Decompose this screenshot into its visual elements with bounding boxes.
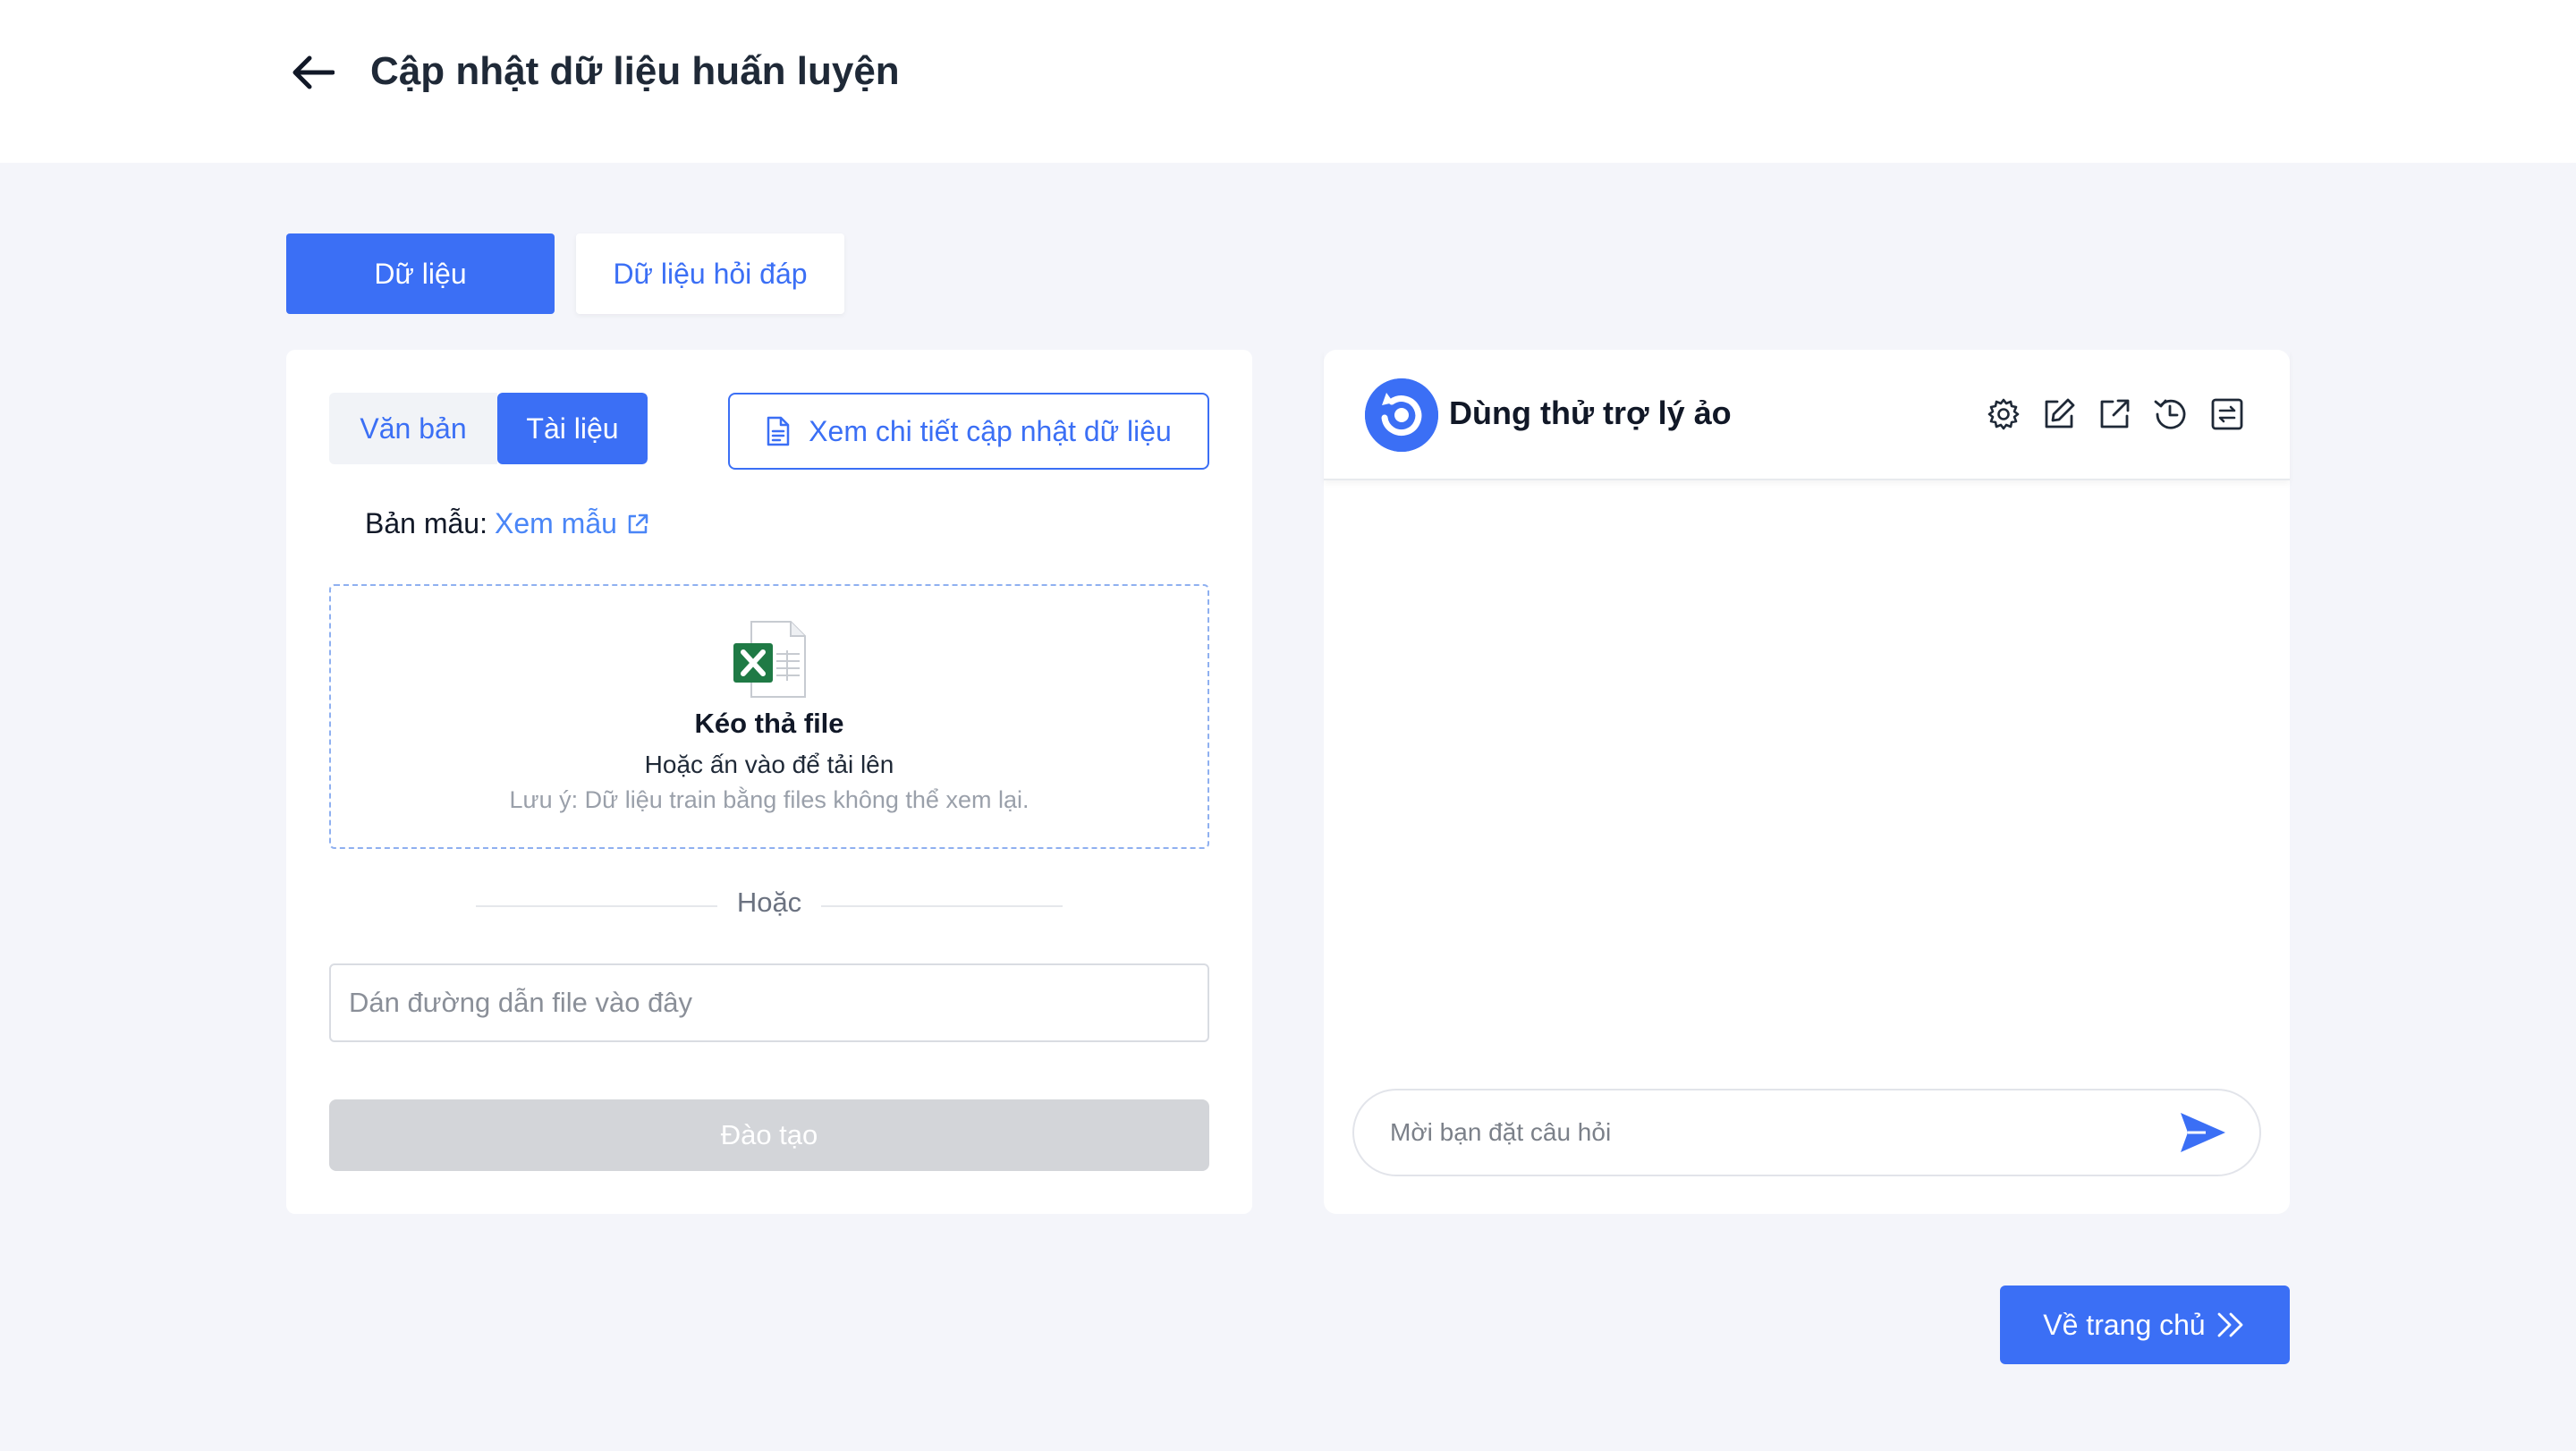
excel-file-icon xyxy=(733,621,806,698)
assistant-logo-icon xyxy=(1365,378,1438,452)
chat-title: Dùng thử trợ lý ảo xyxy=(1449,395,1732,431)
edit-icon xyxy=(2045,398,2075,429)
bot-avatar xyxy=(1365,378,1438,452)
document-icon xyxy=(767,416,790,446)
edit-button[interactable] xyxy=(2039,395,2079,434)
double-chevron-right-icon xyxy=(2217,1312,2243,1337)
settings-icon xyxy=(1987,398,2020,430)
dropzone-note: Lưu ý: Dữ liệu train bằng files không th… xyxy=(509,786,1030,813)
view-template-link[interactable]: Xem mẫu xyxy=(495,507,649,540)
view-update-details-button[interactable]: Xem chi tiết cập nhật dữ liệu xyxy=(728,393,1209,470)
view-template-label: Xem mẫu xyxy=(494,507,617,539)
open-external-button[interactable] xyxy=(2095,395,2134,434)
tab-data[interactable]: Dữ liệu xyxy=(286,233,555,314)
segment-text[interactable]: Văn bản xyxy=(329,393,497,464)
go-home-label: Về trang chủ xyxy=(2043,1308,2206,1341)
history-button[interactable] xyxy=(2150,395,2190,434)
or-divider-label: Hoặc xyxy=(736,887,802,918)
open-external-icon xyxy=(2100,399,2130,429)
train-button[interactable]: Đào tạo xyxy=(329,1099,1209,1171)
data-type-segmented-control: Văn bản Tài liệu xyxy=(329,393,648,464)
dropzone-subtitle: Hoặc ấn vào để tải lên xyxy=(644,751,894,778)
segment-document[interactable]: Tài liệu xyxy=(497,393,648,464)
file-dropzone[interactable]: Kéo thả file Hoặc ấn vào để tải lên Lưu … xyxy=(329,584,1209,849)
tab-qa-data[interactable]: Dữ liệu hỏi đáp xyxy=(576,233,844,314)
page-title: Cập nhật dữ liệu huấn luyện xyxy=(370,49,900,93)
settings-button[interactable] xyxy=(1984,395,2023,434)
back-button[interactable] xyxy=(284,48,340,97)
go-home-button[interactable]: Về trang chủ xyxy=(2000,1286,2290,1364)
training-data-panel: Văn bản Tài liệu Xem chi tiết cập nhật d… xyxy=(286,350,1252,1214)
reset-icon xyxy=(2211,398,2243,430)
template-label: Bản mẫu: xyxy=(365,507,487,539)
history-icon xyxy=(2154,399,2186,429)
dropzone-title: Kéo thả file xyxy=(694,708,844,739)
send-button[interactable] xyxy=(2177,1108,2229,1157)
chat-test-panel: Dùng thử trợ lý ảo xyxy=(1324,350,2290,1214)
external-link-icon xyxy=(628,513,648,533)
template-row: Bản mẫu: Xem mẫu xyxy=(365,507,649,540)
arrow-left-icon xyxy=(292,55,335,89)
chat-question-input[interactable] xyxy=(1390,1090,2159,1175)
chat-header: Dùng thử trợ lý ảo xyxy=(1324,350,2290,480)
top-bar: Cập nhật dữ liệu huấn luyện xyxy=(0,0,2576,163)
file-url-input[interactable] xyxy=(329,963,1209,1042)
reset-chat-button[interactable] xyxy=(2207,395,2247,434)
view-update-details-label: Xem chi tiết cập nhật dữ liệu xyxy=(809,414,1172,447)
chat-input-box xyxy=(1352,1089,2261,1176)
send-icon xyxy=(2181,1113,2225,1152)
